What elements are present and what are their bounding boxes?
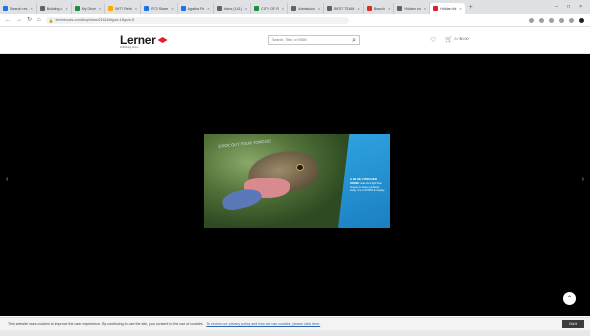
browser-tab[interactable]: Inbox (141) ×: [214, 3, 252, 14]
tab-favicon-icon: [433, 6, 439, 11]
panel-text: A BLUE-TONGUED SKINK uses its bright blu…: [350, 177, 386, 193]
privacy-policy-link[interactable]: To review our privacy policy and how we …: [206, 322, 320, 326]
tab-favicon-icon: [108, 6, 114, 11]
tab-label: IM77 Retri: [115, 6, 132, 11]
logo-text: Lerner: [120, 33, 156, 47]
browser-tab[interactable]: Branch ×: [364, 3, 395, 14]
tab-close-icon[interactable]: ×: [135, 6, 137, 11]
bottom-strip: [0, 330, 590, 336]
tab-label: Admission: [298, 6, 315, 11]
extension-icon[interactable]: [559, 17, 564, 23]
browser-tab[interactable]: Admission ×: [288, 3, 325, 14]
url-text: lernerbooks.com/shop/show/21614#figure-1…: [55, 18, 135, 22]
tab-label: Hidden on: [404, 6, 421, 11]
tab-favicon-icon: [74, 6, 80, 11]
window-controls: – □ ×: [555, 4, 590, 10]
browser-tabstrip: Search res × Building c × My Drive × IM77 Retr…: [0, 0, 590, 14]
tab-favicon-icon: [144, 6, 150, 11]
logo-diamond-icon: [157, 37, 168, 43]
site-header: Lerner Publishing Group ⌕ ♡ 🛒 0 / $0.00: [0, 27, 590, 54]
browser-tab[interactable]: CITY OF R ×: [251, 3, 289, 14]
browser-tab[interactable]: Search res ×: [0, 3, 37, 14]
lizard-eye: [296, 164, 304, 171]
extension-icon[interactable]: [549, 17, 554, 23]
tab-favicon-icon: [254, 6, 260, 11]
cart-button[interactable]: 🛒 0 / $0.00: [445, 37, 468, 43]
back-icon[interactable]: ←: [5, 17, 11, 23]
search-icon[interactable]: ⌕: [352, 37, 356, 44]
image-lightbox: ‹ › STICK OUT YOUR TONGUE! A BLUE-TONGUE…: [0, 54, 590, 316]
browser-tab[interactable]: IM77 Retri ×: [105, 3, 142, 14]
tab-favicon-icon: [397, 6, 403, 11]
tab-label: Hidden thi: [440, 6, 457, 11]
tab-close-icon[interactable]: ×: [282, 6, 284, 11]
tab-close-icon[interactable]: ×: [424, 6, 426, 11]
wishlist-heart-icon[interactable]: ♡: [430, 37, 436, 44]
reload-icon[interactable]: ↻: [27, 17, 32, 23]
minimize-icon[interactable]: –: [555, 4, 558, 10]
browser-tab[interactable]: R72 Share ×: [141, 3, 178, 14]
tab-label: Agatha Fri: [187, 6, 205, 11]
browser-tab[interactable]: BEST TEAM ×: [324, 3, 364, 14]
tab-favicon-icon: [291, 6, 297, 11]
browser-tab[interactable]: Hidden thi ×: [430, 3, 465, 14]
tab-label: Search res: [10, 6, 28, 11]
previous-image-arrow-icon[interactable]: ‹: [6, 176, 8, 183]
search-input[interactable]: [272, 38, 346, 42]
browser-tab[interactable]: Agatha Fri ×: [178, 3, 214, 14]
logo-subtitle: Publishing Group: [120, 46, 139, 49]
tab-close-icon[interactable]: ×: [459, 6, 461, 11]
tab-close-icon[interactable]: ×: [388, 6, 390, 11]
new-tab-icon[interactable]: +: [465, 4, 477, 11]
search-box[interactable]: ⌕: [268, 35, 360, 45]
tab-label: My Drive: [81, 6, 96, 11]
browser-tab[interactable]: Building c ×: [37, 3, 72, 14]
tab-close-icon[interactable]: ×: [171, 6, 173, 11]
forward-icon[interactable]: →: [16, 17, 22, 23]
cart-total: 0 / $0.00: [454, 37, 469, 42]
cart-icon: 🛒: [445, 37, 453, 43]
book-page-image: STICK OUT YOUR TONGUE! A BLUE-TONGUED SK…: [204, 134, 390, 228]
tab-close-icon[interactable]: ×: [99, 6, 101, 11]
chevron-up-icon: ⌃: [566, 296, 573, 302]
tab-favicon-icon: [180, 6, 186, 11]
tab-close-icon[interactable]: ×: [30, 6, 32, 11]
extension-icon[interactable]: [539, 17, 544, 23]
tab-close-icon[interactable]: ×: [245, 6, 247, 11]
tab-favicon-icon: [216, 6, 222, 11]
extension-icon[interactable]: [569, 17, 574, 23]
tab-label: BEST TEAM: [334, 6, 355, 11]
next-image-arrow-icon[interactable]: ›: [582, 176, 584, 183]
browser-address-bar: ← → ↻ ⌂ 🔒 lernerbooks.com/shop/show/2161…: [0, 14, 590, 27]
tab-label: Building c: [46, 6, 63, 11]
lerner-logo[interactable]: Lerner: [120, 33, 168, 47]
maximize-icon[interactable]: □: [567, 4, 570, 10]
cookie-consent-bar: This website uses cookies to improve the…: [0, 317, 590, 330]
tab-label: Branch: [373, 6, 386, 11]
lock-icon: 🔒: [48, 17, 54, 23]
tab-close-icon[interactable]: ×: [207, 6, 209, 11]
tab-close-icon[interactable]: ×: [318, 6, 320, 11]
got-it-button[interactable]: Got it: [562, 320, 584, 328]
tab-label: CITY OF R: [261, 6, 279, 11]
browser-tab[interactable]: My Drive ×: [72, 3, 106, 14]
profile-avatar[interactable]: [579, 17, 584, 23]
tab-label: Inbox (141): [223, 6, 242, 11]
cookie-message: This website uses cookies to improve the…: [8, 322, 204, 326]
browser-tab[interactable]: Hidden on ×: [394, 3, 431, 14]
url-field[interactable]: 🔒 lernerbooks.com/shop/show/21614#figure…: [45, 16, 349, 24]
tab-close-icon[interactable]: ×: [357, 6, 359, 11]
tab-favicon-icon: [3, 6, 8, 11]
extension-icons: [529, 17, 590, 23]
close-window-icon[interactable]: ×: [579, 4, 582, 10]
tab-label: R72 Share: [151, 6, 169, 11]
tab-close-icon[interactable]: ×: [65, 6, 67, 11]
scroll-to-top-button[interactable]: ⌃: [563, 292, 576, 305]
tab-favicon-icon: [366, 6, 372, 11]
tab-favicon-icon: [39, 6, 45, 11]
tab-favicon-icon: [327, 6, 333, 11]
home-icon[interactable]: ⌂: [37, 17, 41, 23]
extension-icon[interactable]: [529, 17, 534, 23]
